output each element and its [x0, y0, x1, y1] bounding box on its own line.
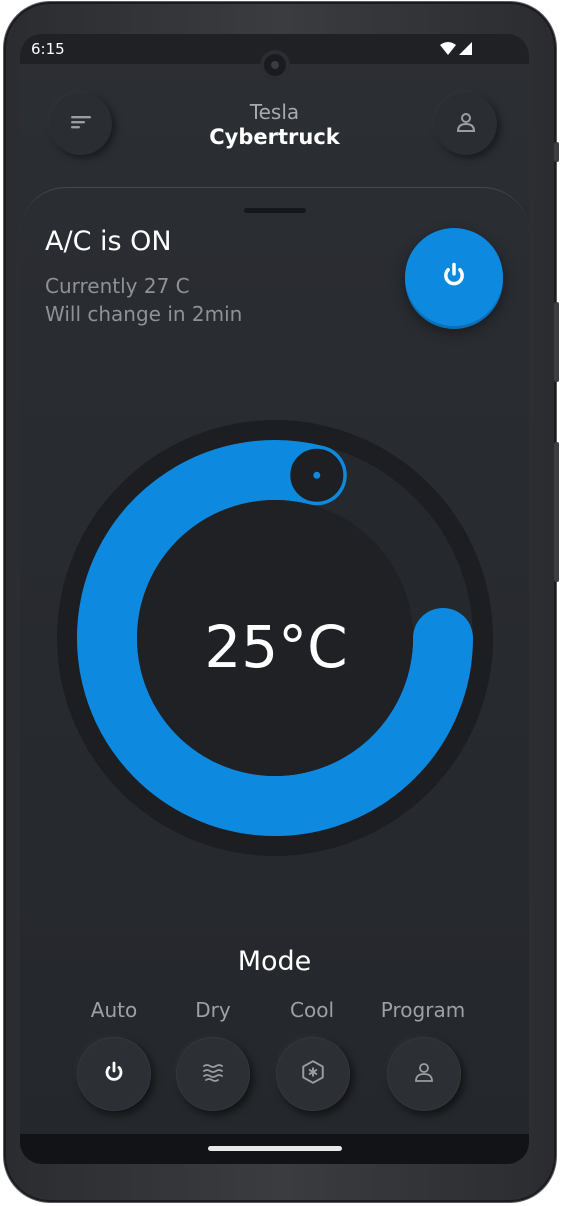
status-time: 6:15 [31, 40, 65, 58]
mode-auto-button[interactable] [77, 1037, 151, 1111]
volume-button [554, 302, 559, 382]
snowflake-hexagon-icon [300, 1059, 326, 1089]
status-icons [439, 41, 475, 61]
temperature-dial[interactable]: 25°C [55, 418, 495, 858]
ac-power-button[interactable] [405, 228, 503, 326]
brand-name: Tesla [249, 100, 300, 124]
drag-handle[interactable] [244, 208, 306, 213]
current-temperature-text: Currently 27 C [45, 274, 190, 298]
user-icon [412, 1060, 436, 1088]
vehicle-model: Cybertruck [209, 125, 340, 149]
set-temperature: 25°C [204, 613, 347, 681]
side-button [554, 142, 559, 162]
change-timer-text: Will change in 2min [45, 302, 243, 326]
mode-label-cool: Cool [290, 998, 334, 1022]
menu-button[interactable] [50, 93, 112, 155]
profile-button[interactable] [435, 93, 497, 155]
mode-program-button[interactable] [387, 1037, 461, 1111]
mode-label-program: Program [380, 998, 466, 1022]
dial-knob[interactable] [287, 445, 347, 505]
home-indicator[interactable] [208, 1146, 342, 1151]
ac-status-title: A/C is ON [45, 226, 172, 257]
power-icon [102, 1060, 126, 1088]
user-icon [454, 110, 478, 138]
wifi-icon [440, 42, 456, 55]
mode-dry-button[interactable] [176, 1037, 250, 1111]
menu-icon [69, 113, 93, 135]
wind-icon [201, 1060, 225, 1088]
power-icon [440, 261, 468, 293]
mode-title: Mode [237, 946, 312, 977]
power-side-button [554, 442, 559, 582]
signal-icon [459, 42, 472, 55]
navigation-bar [20, 1134, 529, 1164]
front-camera [260, 50, 290, 80]
screen: 6:15 Tesla Cybertruck A/C is ON Currentl… [20, 34, 529, 1164]
climate-panel: A/C is ON Currently 27 C Will change in … [20, 187, 529, 1164]
mode-cool-button[interactable] [276, 1037, 350, 1111]
